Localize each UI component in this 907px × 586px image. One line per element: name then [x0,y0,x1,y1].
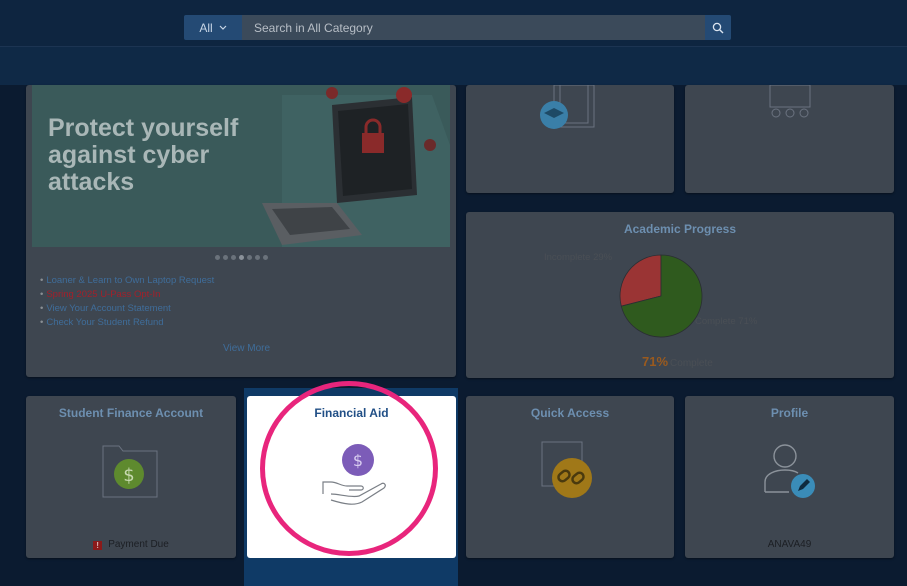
carousel-dot[interactable] [246,255,252,260]
search-category-select[interactable]: All [184,15,242,40]
search-button[interactable] [705,15,731,40]
tile-title: Financial Aid [314,406,389,420]
quick-link[interactable]: • Loaner & Learn to Own Laptop Request [40,274,214,288]
payment-due-label: Payment Due [108,539,169,550]
quick-link-label: View Your Account Statement [46,303,171,314]
quick-link[interactable]: • View Your Account Statement [40,302,214,316]
quick-link-label: Check Your Student Refund [46,317,164,328]
top-bar: All [0,0,907,47]
carousel-dot[interactable] [230,255,236,260]
quick-access-tile[interactable]: Quick Access [466,396,674,558]
bullet-icon: • [40,289,44,300]
svg-text:$: $ [353,451,363,470]
carousel-dots[interactable] [26,255,456,260]
nav-band [0,47,907,85]
alert-icon: ! [93,541,103,550]
chevron-down-icon [219,25,227,30]
academic-records-tile[interactable] [466,85,674,193]
svg-text:$: $ [123,465,134,486]
view-more-link[interactable]: View More [223,343,270,354]
carousel-dot-active[interactable] [238,255,244,260]
academic-progress-tile[interactable]: Academic Progress Incomplete 29% Complet… [466,212,894,378]
carousel-dot[interactable] [214,255,220,260]
profile-username: ANAVA49 [767,539,812,550]
graduation-cap-icon [540,85,595,129]
student-finance-tile[interactable]: Student Finance Account $ ! Payment Due [26,396,236,558]
tile-title: Profile [770,406,809,420]
banner-headline: Protect yourself against cyber attacks [48,114,239,196]
progress-suffix: Complete [670,358,713,369]
cyber-security-banner[interactable]: Protect yourself against cyber attacks [32,85,450,247]
progress-summary: 71% Complete [642,354,713,369]
class-search-tile[interactable] [685,85,894,193]
quick-link[interactable]: • Check Your Student Refund [40,316,214,330]
complete-label: Complete 71% [695,316,758,327]
classroom-icon [769,85,811,118]
financial-aid-tile[interactable]: Financial Aid $ [247,396,456,558]
quick-links-list: • Loaner & Learn to Own Laptop Request • S… [40,274,214,330]
search-category-label: All [199,20,213,35]
bullet-icon: • [40,317,44,328]
carousel-dot[interactable] [222,255,228,260]
dollar-folder-icon: $ [102,445,158,498]
carousel-dot[interactable] [254,255,260,260]
quick-link-alert[interactable]: • Spring 2025 U-Pass Opt-In [40,288,214,302]
announcements-tile: Protect yourself against cyber attacks •… [26,85,456,377]
profile-tile[interactable]: Profile ANAVA49 [685,396,894,558]
link-chain-icon [541,441,592,498]
user-edit-icon [764,444,815,498]
tile-title: Student Finance Account [58,406,204,420]
search-bar: All [184,15,731,40]
bullet-icon: • [40,303,44,314]
progress-percent: 71% [642,354,669,369]
financial-aid-hand-icon: $ [322,444,386,505]
quick-link-label: Loaner & Learn to Own Laptop Request [46,275,215,286]
tile-title: Quick Access [530,406,610,420]
search-input[interactable] [242,15,705,40]
incomplete-label: Incomplete 29% [544,252,613,263]
bullet-icon: • [40,275,44,286]
quick-link-label: Spring 2025 U-Pass Opt-In [46,289,161,300]
payment-due-status[interactable]: ! Payment Due [26,539,236,550]
search-icon [712,22,724,33]
carousel-dot[interactable] [262,255,268,260]
